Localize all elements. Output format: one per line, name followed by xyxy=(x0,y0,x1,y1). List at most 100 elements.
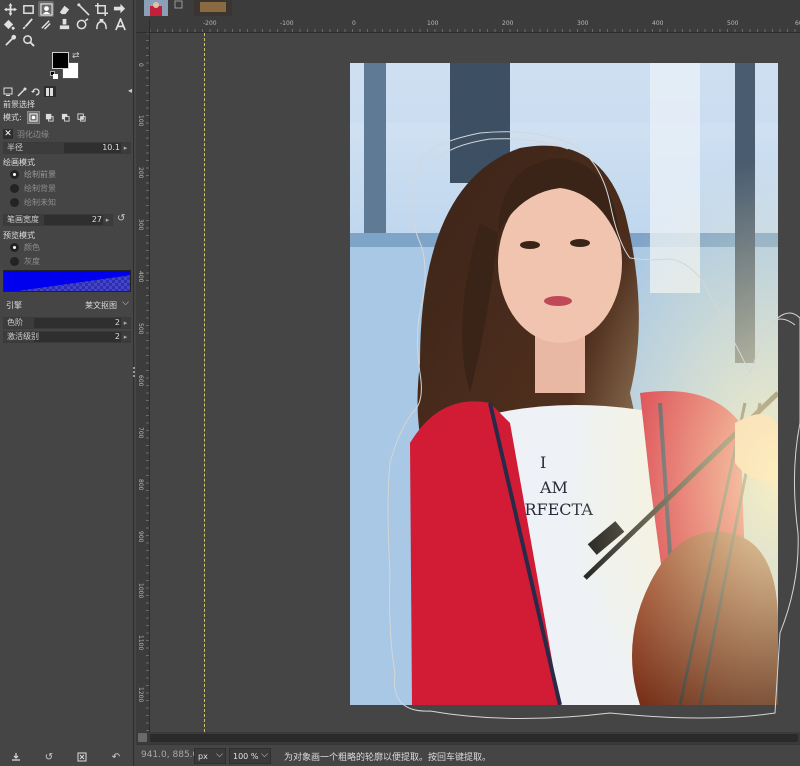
radius-value[interactable]: 10.1 xyxy=(102,143,120,153)
horizontal-scrollbar[interactable] xyxy=(136,732,800,744)
left-ruler[interactable]: 0 100 200 300 400 500 600 700 800 900 1000 1100 1200… xyxy=(136,33,150,732)
close-tab-icon[interactable] xyxy=(174,0,184,16)
foreground-color-swatch[interactable] xyxy=(52,52,69,69)
pointer-coordinates: 941.0, 885.0 xyxy=(141,750,199,760)
levels-field[interactable]: 色阶 2 ▸ xyxy=(3,317,131,329)
ruler-label: 700 xyxy=(137,427,144,439)
ruler-label: 500 xyxy=(727,20,739,27)
swap-colors-icon[interactable]: ⇄ xyxy=(72,51,80,61)
mode-row: 模式: xyxy=(3,111,133,125)
chevron-down-icon[interactable]: ⌵ xyxy=(122,298,129,308)
eraser-icon[interactable] xyxy=(56,1,72,17)
radio-on-icon[interactable] xyxy=(10,169,19,179)
stroke-width-value[interactable]: 27 xyxy=(92,215,102,225)
ruler-label: 400 xyxy=(137,271,144,283)
engine-value[interactable]: 莱文抠图 xyxy=(85,300,117,311)
radio-off-icon[interactable] xyxy=(10,256,19,266)
feather-edges-checkbox-row[interactable]: ✕ 羽化边缘 xyxy=(3,128,49,140)
color-picker-icon[interactable] xyxy=(2,32,18,48)
warp-icon[interactable] xyxy=(93,16,109,32)
selection-outline[interactable] xyxy=(150,33,800,732)
left-dock: ⇄ ◂ 前景选择 模式: ✕ 羽化边缘 半径 10.1 ▸ 绘画模式 绘制前景 … xyxy=(0,0,134,766)
preview-gray-label: 灰度 xyxy=(24,256,40,266)
zoom-value: 100 % xyxy=(233,751,259,761)
mode-intersect-button[interactable] xyxy=(75,111,88,124)
active-levels-label: 激活级别 xyxy=(7,332,39,341)
stroke-width-spin-icon[interactable]: ▸ xyxy=(103,215,112,225)
stroke-width-label: 笔画宽度 xyxy=(7,215,39,224)
top-ruler[interactable]: -200 -100 0 100 200 300 400 500 600 xyxy=(150,19,800,33)
levels-spin-icon[interactable]: ▸ xyxy=(121,318,130,328)
draw-unknown-radio[interactable]: 绘制未知 xyxy=(10,196,56,208)
heal-icon[interactable] xyxy=(74,16,90,32)
radius-field[interactable]: 半径 10.1 ▸ xyxy=(3,142,131,154)
preview-color-button[interactable] xyxy=(3,270,131,292)
ruler-label: 600 xyxy=(795,20,800,27)
preview-color-radio[interactable]: 颜色 xyxy=(10,241,40,253)
reset-options-icon[interactable]: ↶ xyxy=(110,751,122,763)
radio-on-icon[interactable] xyxy=(10,242,19,252)
ruler-label: 100 xyxy=(137,115,144,127)
scrollbar-thumb[interactable] xyxy=(150,734,798,742)
draw-foreground-radio[interactable]: 绘制前景 xyxy=(10,168,56,180)
radio-off-icon[interactable] xyxy=(10,197,19,207)
path-icon[interactable] xyxy=(75,1,91,17)
status-message: 为对象画一个粗略的轮廓以便提取。按回车键提取。 xyxy=(284,753,492,763)
preview-mode-label: 预览模式 xyxy=(3,231,35,240)
chevron-down-icon[interactable]: ⌵ xyxy=(261,750,268,760)
draw-background-label: 绘制背景 xyxy=(24,183,56,193)
restore-preset-icon[interactable]: ↺ xyxy=(43,751,55,763)
clone-icon[interactable] xyxy=(56,16,72,32)
ruler-label: 1200 xyxy=(137,687,144,703)
active-levels-field[interactable]: 激活级别 2 ▸ xyxy=(3,331,131,343)
dock-tab-bar: ◂ xyxy=(2,86,132,98)
bucket-fill-icon[interactable] xyxy=(0,16,16,32)
engine-dropdown[interactable]: 引擎 莱文抠图 ⌵ xyxy=(3,298,131,312)
reset-stroke-width-icon[interactable]: ↺ xyxy=(117,213,125,224)
paintbrush-icon[interactable] xyxy=(19,16,35,32)
undo-history-tab[interactable] xyxy=(30,86,42,97)
feather-edges-checkbox[interactable]: ✕ xyxy=(3,129,13,139)
radius-label: 半径 xyxy=(7,143,23,152)
toolbox xyxy=(0,0,134,50)
smudge-icon[interactable] xyxy=(37,16,53,32)
device-status-tab[interactable] xyxy=(16,86,28,97)
image-canvas[interactable]: I AM PERFECTA xyxy=(150,33,800,732)
navigate-icon[interactable] xyxy=(138,733,147,742)
radio-off-icon[interactable] xyxy=(10,183,19,193)
tab-menu-icon[interactable]: ◂ xyxy=(128,86,132,95)
move-icon[interactable] xyxy=(2,1,18,17)
radius-spin-icon[interactable]: ▸ xyxy=(121,143,130,153)
mode-replace-button[interactable] xyxy=(27,111,40,124)
mode-add-button[interactable] xyxy=(43,111,56,124)
draw-background-radio[interactable]: 绘制背景 xyxy=(10,182,56,194)
levels-label: 色阶 xyxy=(7,318,23,327)
levels-value[interactable]: 2 xyxy=(115,318,120,328)
foreground-select-icon[interactable] xyxy=(38,1,54,17)
tool-options-tab[interactable] xyxy=(2,86,14,97)
transform-icon[interactable] xyxy=(111,1,127,17)
unit-select[interactable]: px ⌵ xyxy=(194,748,226,764)
rect-select-icon[interactable] xyxy=(20,1,36,17)
ruler-label: -200 xyxy=(203,20,217,27)
color-area: ⇄ xyxy=(48,50,88,82)
zoom-select[interactable]: 100 % ⌵ xyxy=(229,748,271,764)
ruler-corner[interactable] xyxy=(136,19,150,33)
status-bar: 941.0, 885.0 px ⌵ 100 % ⌵ 为对象画一个粗略的轮廓以便提… xyxy=(136,744,800,766)
images-tab[interactable] xyxy=(44,86,56,97)
preview-gray-radio[interactable]: 灰度 xyxy=(10,255,40,267)
active-levels-value[interactable]: 2 xyxy=(115,332,120,342)
crop-icon[interactable] xyxy=(93,1,109,17)
default-colors-icon[interactable] xyxy=(50,71,58,79)
delete-preset-icon[interactable] xyxy=(76,751,88,763)
save-preset-icon[interactable] xyxy=(10,751,22,763)
zoom-icon[interactable] xyxy=(20,32,36,48)
stroke-width-field[interactable]: 笔画宽度 27 ▸ xyxy=(3,214,113,226)
chevron-down-icon[interactable]: ⌵ xyxy=(216,750,223,760)
active-levels-spin-icon[interactable]: ▸ xyxy=(121,332,130,342)
image-thumbnail-1[interactable] xyxy=(144,0,168,16)
mode-subtract-button[interactable] xyxy=(59,111,72,124)
ruler-label: 900 xyxy=(137,531,144,543)
image-thumbnail-2[interactable] xyxy=(194,0,232,16)
text-icon[interactable] xyxy=(112,16,128,32)
